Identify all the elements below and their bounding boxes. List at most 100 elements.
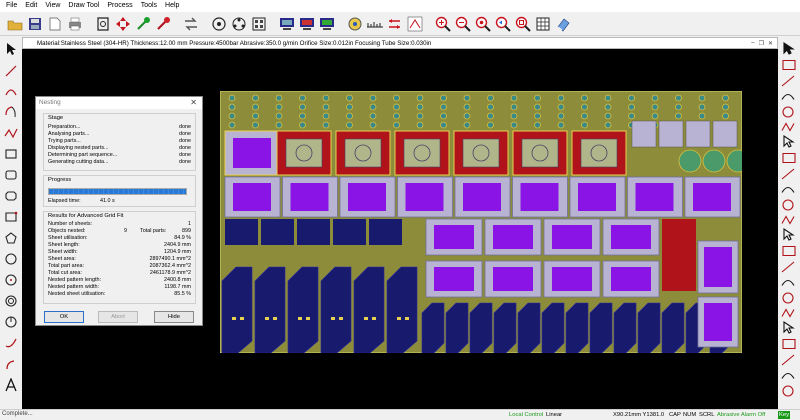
tool-pointer-icon[interactable] xyxy=(783,41,795,55)
tool-node-icon[interactable] xyxy=(782,245,796,257)
stage-icon[interactable] xyxy=(278,15,296,33)
new-icon[interactable] xyxy=(46,15,64,33)
wheel-icon[interactable] xyxy=(210,15,228,33)
tool-scissor-icon[interactable] xyxy=(783,227,795,241)
tool-loop-icon[interactable] xyxy=(781,279,795,286)
eraser-icon[interactable] xyxy=(554,15,572,33)
text-icon[interactable] xyxy=(3,377,19,393)
tool-spline-icon[interactable] xyxy=(781,168,795,180)
minimize-button[interactable]: – xyxy=(751,40,754,47)
tool-dot-icon[interactable] xyxy=(783,134,795,148)
rounded-rect-icon[interactable] xyxy=(3,167,19,183)
zoom-window-icon[interactable] xyxy=(514,15,532,33)
result-row: Sheet utilisation: 84.9 % xyxy=(48,235,191,242)
tool-cross-icon[interactable] xyxy=(782,199,794,211)
stud-part xyxy=(463,103,471,111)
spiral-icon[interactable] xyxy=(3,293,19,309)
grid-icon[interactable] xyxy=(230,15,248,33)
tool-circle-icon[interactable] xyxy=(782,106,794,118)
swoosh-icon[interactable] xyxy=(3,335,19,351)
stud-part xyxy=(440,94,447,102)
cut-path-icon[interactable] xyxy=(134,15,152,33)
progress-group-title: Progress xyxy=(48,177,72,183)
stud-part xyxy=(322,103,330,111)
pointer-icon[interactable] xyxy=(3,41,19,57)
result-row: Nested pattern length: 2400.8 mm xyxy=(48,277,191,284)
document-bar: Material:Stainless Steel (304-HR) Thickn… xyxy=(22,37,778,49)
tool-last-icon[interactable] xyxy=(782,385,794,397)
nest-sheet[interactable] xyxy=(220,91,742,353)
tool-anchor-icon[interactable] xyxy=(782,292,794,304)
part-inner xyxy=(344,138,382,168)
tool-arc-icon[interactable] xyxy=(781,93,795,100)
tool-grid-icon[interactable] xyxy=(781,372,795,379)
ellipse-icon[interactable] xyxy=(3,272,19,288)
stud-part xyxy=(393,94,400,102)
abort-button[interactable]: Abort xyxy=(98,311,138,323)
tool-line-icon[interactable] xyxy=(781,75,795,87)
menu-edit[interactable]: Edit xyxy=(21,0,41,12)
open-icon[interactable] xyxy=(6,15,24,33)
ok-button[interactable]: OK xyxy=(44,311,84,323)
stud-part xyxy=(369,121,377,129)
network-icon[interactable] xyxy=(318,15,336,33)
smooth-curve-icon[interactable] xyxy=(3,314,19,330)
zoom-back-icon[interactable] xyxy=(494,15,512,33)
tool-wave-icon[interactable] xyxy=(782,152,796,164)
wheel-color-icon[interactable] xyxy=(346,15,364,33)
result-value: 1198.7 mm xyxy=(164,284,191,290)
result-label: Nested sheet utilisation: xyxy=(48,291,106,297)
zoom-out-icon[interactable] xyxy=(454,15,472,33)
menu-help[interactable]: Help xyxy=(161,0,183,12)
lead-icon[interactable] xyxy=(406,15,424,33)
ruler-icon[interactable] xyxy=(366,15,384,33)
status-cap: CAP xyxy=(669,412,681,418)
knife-icon[interactable] xyxy=(154,15,172,33)
zoom-fit-icon[interactable] xyxy=(474,15,492,33)
arrows-icon[interactable] xyxy=(386,15,404,33)
nest-icon[interactable] xyxy=(250,15,268,33)
tool-curve-icon[interactable] xyxy=(781,261,795,273)
circle-icon[interactable] xyxy=(3,251,19,267)
circle-arc-icon[interactable] xyxy=(3,104,19,120)
save-icon[interactable] xyxy=(26,15,44,33)
part-icon[interactable] xyxy=(94,15,112,33)
mirror-icon[interactable] xyxy=(182,15,200,33)
result-value: 2461178.9 mm^2 xyxy=(149,270,191,276)
menu-tools[interactable]: Tools xyxy=(137,0,161,12)
arc-icon[interactable] xyxy=(3,83,19,99)
line-icon[interactable] xyxy=(3,63,19,79)
polyline-icon[interactable] xyxy=(3,125,19,141)
dialog-close-icon[interactable]: ✕ xyxy=(190,97,197,109)
notch-rect-icon[interactable] xyxy=(3,209,19,225)
result-value: 1204.9 mm xyxy=(164,249,191,255)
menu-view[interactable]: View xyxy=(41,0,64,12)
chamfer-rect-icon[interactable] xyxy=(3,188,19,204)
polygon-icon[interactable] xyxy=(3,230,19,246)
print-icon[interactable] xyxy=(66,15,84,33)
hide-button[interactable]: Hide xyxy=(154,311,194,323)
tool-shape-icon[interactable] xyxy=(781,354,795,366)
menu-file[interactable]: File xyxy=(2,0,21,12)
zoom-in-icon[interactable] xyxy=(434,15,452,33)
tool-polyline-icon[interactable] xyxy=(781,122,795,132)
tool-bracket-icon[interactable] xyxy=(781,215,795,225)
menu-draw-tool[interactable]: Draw Tool xyxy=(64,0,103,12)
move-arrows-icon[interactable] xyxy=(114,15,132,33)
tool-zigzag-icon[interactable] xyxy=(781,186,795,193)
status-message: Complete... xyxy=(2,411,33,417)
grid-toggle-icon[interactable] xyxy=(534,15,552,33)
stud-part xyxy=(604,112,612,120)
menu-process[interactable]: Process xyxy=(103,0,136,12)
restore-button[interactable]: ❐ xyxy=(759,40,764,47)
close-button[interactable]: ✕ xyxy=(768,40,773,47)
stud-part xyxy=(487,112,494,120)
tool-star-icon[interactable] xyxy=(782,338,796,350)
stud-part xyxy=(581,121,588,129)
tool-gear-icon[interactable] xyxy=(783,320,795,334)
tool-bezier-icon[interactable] xyxy=(781,308,795,318)
paint-icon[interactable] xyxy=(3,357,19,373)
rectangle-icon[interactable] xyxy=(3,146,19,162)
post-icon[interactable] xyxy=(298,15,316,33)
tool-rect-icon[interactable] xyxy=(782,59,796,71)
